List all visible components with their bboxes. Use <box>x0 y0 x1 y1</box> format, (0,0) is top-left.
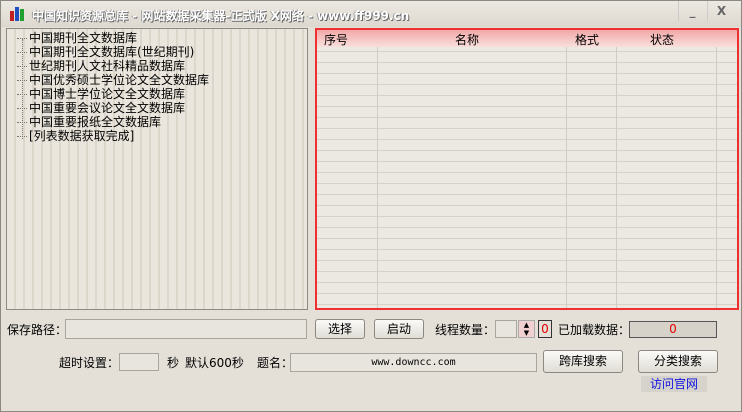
cross-search-button[interactable]: 跨库搜索 <box>543 350 623 373</box>
tree-item[interactable]: 世纪期刊人文社科精品数据库 <box>17 59 307 73</box>
timeout-default-hint: 默认600秒 <box>185 356 244 370</box>
timeout-input[interactable] <box>119 353 159 371</box>
app-window: 中国知识资源总库 - 网站数据采集器-正式版 X网络 - www.ff999.c… <box>0 0 742 412</box>
start-button[interactable]: 启动 <box>374 319 424 339</box>
tree-item[interactable]: 中国优秀硕士学位论文全文数据库 <box>17 73 307 87</box>
title-input[interactable]: www.downcc.com <box>290 353 537 372</box>
window-title: 中国知识资源总库 - 网站数据采集器-正式版 X网络 - www.ff999.c… <box>32 9 410 23</box>
visit-website-link[interactable]: 访问官网 <box>641 376 707 392</box>
thread-count-spinner[interactable]: ▲ ▼ <box>518 320 535 338</box>
save-path-input[interactable] <box>65 319 307 339</box>
thread-count-input[interactable] <box>495 320 517 338</box>
minimize-button[interactable]: _ <box>678 1 706 21</box>
thread-count-label: 线程数量： <box>435 323 496 337</box>
list-header: 序号 名称 格式 状态 <box>317 30 737 47</box>
loaded-data-label: 已加载数据： <box>558 323 631 337</box>
column-header-name[interactable]: 名称 <box>455 31 479 48</box>
tree-item[interactable]: 中国期刊全文数据库 <box>17 31 307 45</box>
timeout-label: 超时设置： <box>59 356 120 370</box>
tree-item[interactable]: 中国重要会议论文全文数据库 <box>17 101 307 115</box>
arrow-down-icon[interactable]: ▼ <box>519 329 534 337</box>
title-bar: 中国知识资源总库 - 网站数据采集器-正式版 X网络 - www.ff999.c… <box>1 1 741 27</box>
save-path-label: 保存路径： <box>7 323 68 337</box>
app-books-icon <box>10 7 24 21</box>
database-tree[interactable]: 中国期刊全文数据库 中国期刊全文数据库(世纪期刊) 世纪期刊人文社科精品数据库 … <box>6 28 308 310</box>
title-label: 题名： <box>257 356 294 370</box>
tree-item[interactable]: 中国期刊全文数据库(世纪期刊) <box>17 45 307 59</box>
close-button[interactable]: X <box>707 1 735 21</box>
tree-item[interactable]: 中国博士学位论文全文数据库 <box>17 87 307 101</box>
select-button[interactable]: 选择 <box>315 319 365 339</box>
timeout-unit: 秒 <box>167 356 180 370</box>
tree-item[interactable]: 中国重要报纸全文数据库 <box>17 115 307 129</box>
tree-item[interactable]: [列表数据获取完成] <box>17 129 307 143</box>
result-list[interactable]: 序号 名称 格式 状态 <box>315 28 739 310</box>
loaded-data-count: 0 <box>629 321 717 338</box>
thread-count-display: 0 <box>538 320 552 338</box>
arrow-up-icon[interactable]: ▲ <box>519 321 534 329</box>
column-header-format[interactable]: 格式 <box>575 31 599 48</box>
column-header-status[interactable]: 状态 <box>650 31 674 48</box>
category-search-button[interactable]: 分类搜索 <box>638 350 718 373</box>
column-header-index[interactable]: 序号 <box>324 31 348 48</box>
